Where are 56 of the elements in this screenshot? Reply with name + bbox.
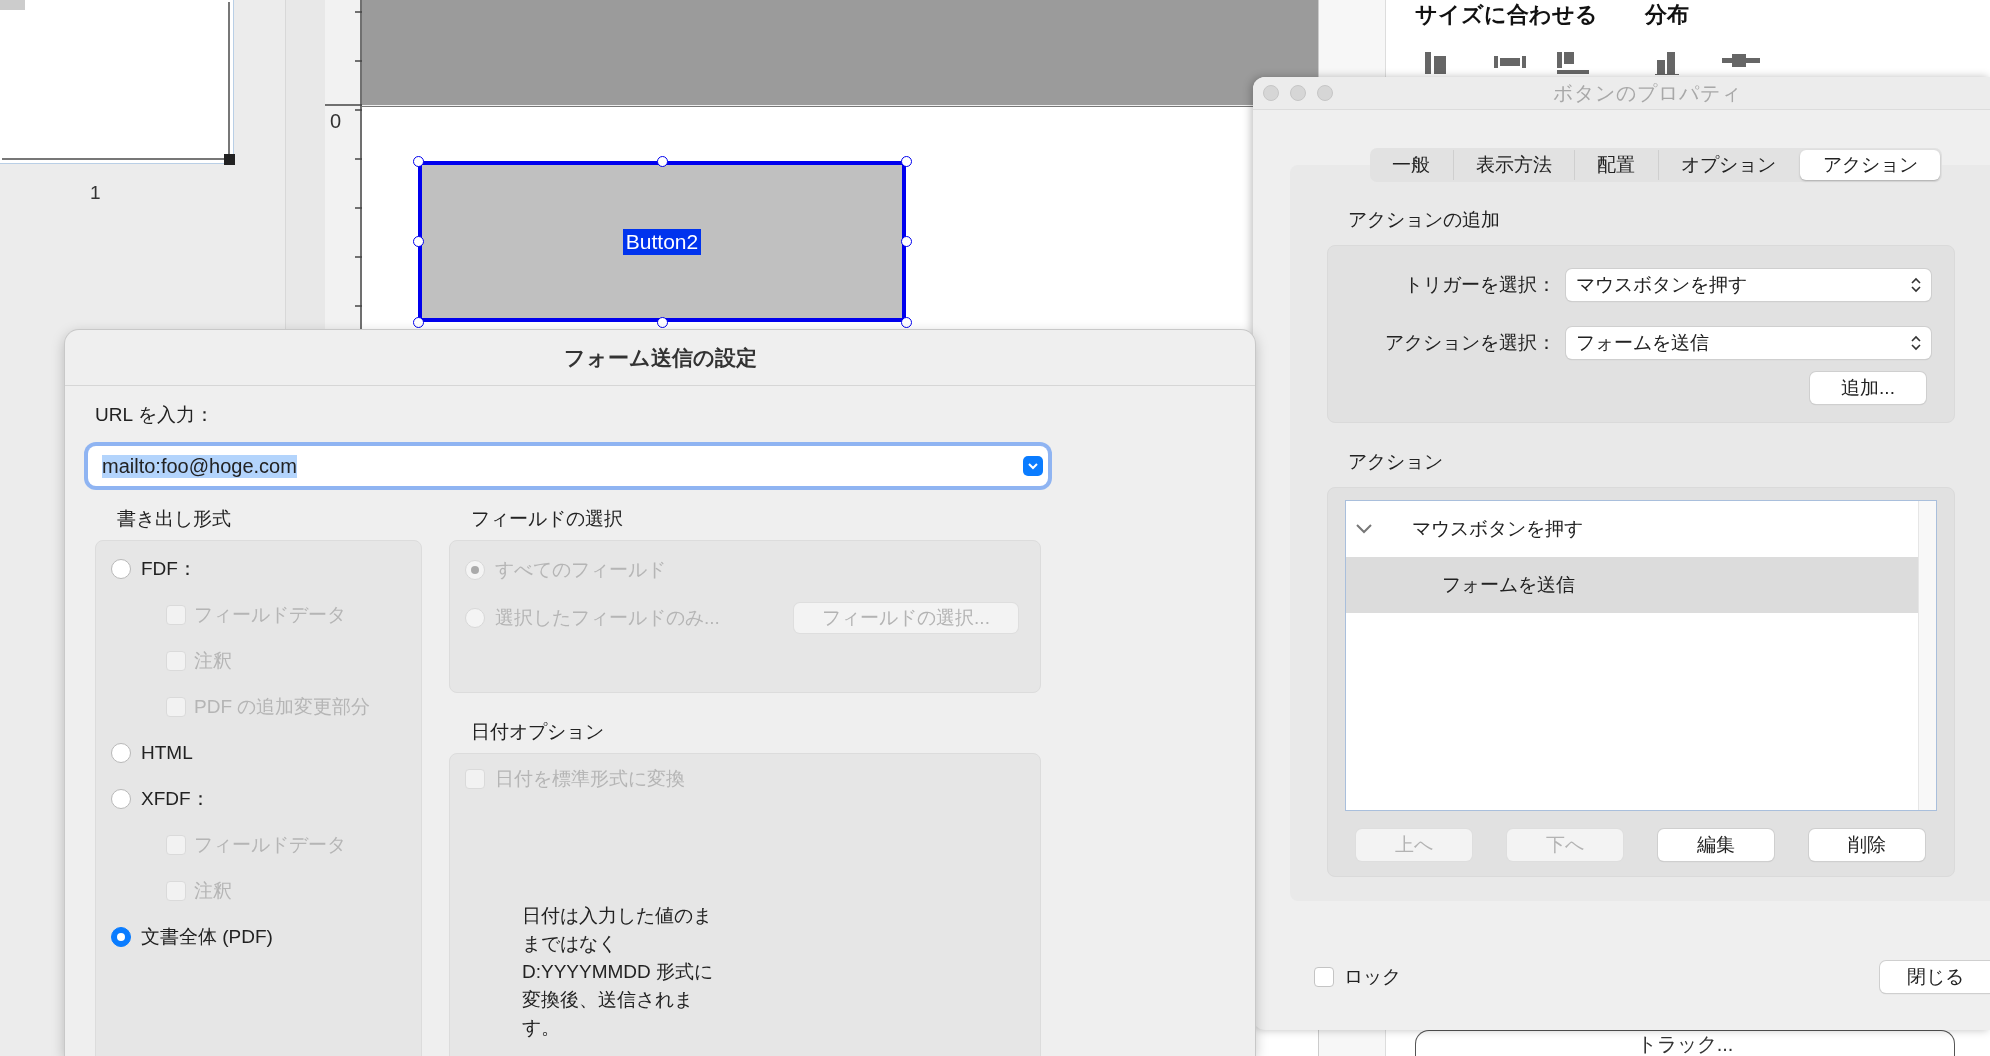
field-label: トリガーを選択： — [1403, 273, 1557, 297]
selection-handle[interactable] — [413, 156, 424, 167]
radio-label: XFDF： — [141, 787, 210, 811]
date-note: 日付は入力した値のままではなくD:YYYYMMDD 形式に変換後、送信されます。 — [522, 904, 715, 1040]
form-button-field[interactable]: Button2 — [418, 161, 906, 322]
tree-item[interactable]: マウスボタンを押す — [1346, 501, 1918, 557]
radio-label: FDF： — [141, 557, 197, 581]
selection-handle[interactable] — [413, 317, 424, 328]
field-label: URL を入力： — [95, 403, 215, 427]
window-title: ボタンのプロパティ — [1553, 80, 1742, 106]
tab[interactable]: 表示方法 — [1452, 150, 1575, 180]
selection-handle[interactable] — [901, 236, 912, 247]
checkbox-label: ロック — [1344, 965, 1401, 989]
selection-handle[interactable] — [657, 317, 668, 328]
page-number: 1 — [90, 182, 101, 204]
action-dropdown[interactable]: フォームを送信 — [1566, 327, 1931, 359]
radio-label: 文書全体 (PDF) — [141, 925, 273, 949]
tree-item[interactable]: フォームを送信 — [1346, 557, 1918, 613]
toolbar-label: サイズに合わせる — [1415, 1, 1598, 29]
dropdown-chevron-icon[interactable] — [1023, 456, 1043, 476]
selection-handle[interactable] — [413, 236, 424, 247]
tab[interactable]: 一般 — [1370, 150, 1453, 180]
action-tree[interactable]: マウスボタンを押す フォームを送信 — [1345, 500, 1937, 811]
section-heading: フィールドの選択 — [471, 507, 624, 531]
radio-button[interactable] — [111, 789, 131, 809]
chevron-down-icon[interactable] — [1356, 524, 1372, 534]
dialog-title: フォーム送信の設定 — [65, 330, 1255, 386]
section-heading: アクションの追加 — [1348, 208, 1501, 232]
tab[interactable]: オプション — [1657, 150, 1799, 180]
scrollbar-track[interactable] — [1918, 501, 1936, 810]
updown-caret-icon — [1911, 335, 1921, 351]
selection-handle[interactable] — [901, 317, 912, 328]
updown-caret-icon — [1911, 277, 1921, 293]
radio-button[interactable] — [111, 743, 131, 763]
radio-label: HTML — [141, 742, 193, 764]
track-button[interactable]: トラック... — [1415, 1030, 1955, 1056]
radio-button[interactable] — [111, 927, 131, 947]
selection-handle[interactable] — [901, 156, 912, 167]
page-thumbnail[interactable] — [0, 0, 234, 164]
add-button[interactable]: 追加... — [1810, 372, 1926, 404]
radio-button[interactable] — [111, 559, 131, 579]
close-button[interactable]: 閉じる — [1880, 961, 1990, 993]
edit-button[interactable]: 編集 — [1658, 829, 1774, 861]
tab[interactable]: アクション — [1800, 150, 1940, 180]
trigger-dropdown[interactable]: マウスボタンを押す — [1566, 269, 1931, 301]
ruler-label: 0 — [330, 110, 342, 133]
section-heading: 日付オプション — [471, 720, 605, 744]
field-label: アクションを選択： — [1384, 331, 1557, 355]
tab[interactable]: 配置 — [1574, 150, 1658, 180]
toolbar-label: 分布 — [1645, 1, 1689, 29]
section-heading: アクション — [1348, 450, 1444, 474]
lock-checkbox[interactable] — [1314, 967, 1334, 987]
delete-button[interactable]: 削除 — [1809, 829, 1925, 861]
section-heading: 書き出し形式 — [117, 507, 232, 531]
resize-handle-icon — [224, 154, 235, 165]
selection-handle[interactable] — [657, 156, 668, 167]
